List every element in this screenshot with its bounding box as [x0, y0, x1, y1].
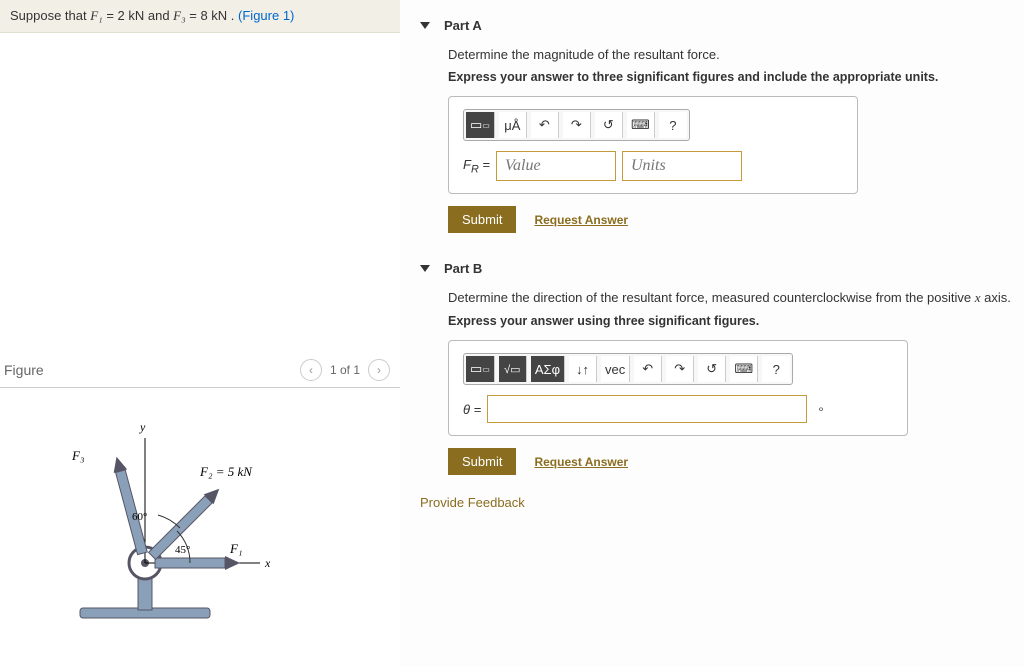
- part-a: Part A Determine the magnitude of the re…: [420, 10, 1014, 233]
- degree-unit: ∘: [817, 402, 825, 416]
- part-a-prompt: Determine the magnitude of the resultant…: [448, 47, 1014, 62]
- figure-diagram: x y F₁ F₂ = 5 kN: [0, 388, 400, 651]
- part-b-submit-button[interactable]: Submit: [448, 448, 516, 475]
- updown-icon[interactable]: ↓↑: [569, 356, 597, 382]
- pager-prev-button[interactable]: ‹: [300, 359, 322, 381]
- part-b-answer-box: ▭▭ √▭ ΑΣφ ↓↑ vec ↶ ↷ ↺ ⌨ ? θ = ∘: [448, 340, 908, 436]
- figure-title: Figure: [4, 362, 44, 378]
- theta-input[interactable]: [487, 395, 807, 423]
- fr-label: FR =: [463, 157, 490, 176]
- reset-icon[interactable]: ↺: [698, 356, 726, 382]
- f2-label: F₂ = 5 kN: [199, 464, 253, 479]
- pager-next-button[interactable]: ›: [368, 359, 390, 381]
- part-b-prompt: Determine the direction of the resultant…: [448, 290, 1014, 306]
- part-b: Part B Determine the direction of the re…: [420, 253, 1014, 475]
- units-input[interactable]: [622, 151, 742, 181]
- force-f3: [110, 455, 149, 555]
- sqrt-icon[interactable]: √▭: [499, 356, 527, 382]
- problem-statement: Suppose that F₁ = 2 kN and F₃ = 8 kN . (…: [0, 0, 400, 33]
- part-b-instruct: Express your answer using three signific…: [448, 314, 1014, 328]
- part-a-toggle[interactable]: Part A: [420, 10, 1014, 41]
- keyboard-icon[interactable]: ⌨: [627, 112, 655, 138]
- redo-icon[interactable]: ↷: [666, 356, 694, 382]
- undo-icon[interactable]: ↶: [531, 112, 559, 138]
- reset-icon[interactable]: ↺: [595, 112, 623, 138]
- part-a-submit-button[interactable]: Submit: [448, 206, 516, 233]
- figure-pager: ‹ 1 of 1 ›: [300, 359, 390, 381]
- template-icon[interactable]: ▭▭: [466, 112, 495, 138]
- figure-header: Figure ‹ 1 of 1 ›: [0, 353, 400, 388]
- keyboard-icon[interactable]: ⌨: [730, 356, 758, 382]
- part-a-toolbar: ▭▭ μÅ ↶ ↷ ↺ ⌨ ?: [463, 109, 690, 141]
- y-axis-label: y: [139, 420, 146, 434]
- caret-down-icon: [420, 265, 430, 272]
- redo-icon[interactable]: ↷: [563, 112, 591, 138]
- angle-60: 60°: [132, 511, 147, 523]
- part-a-request-answer[interactable]: Request Answer: [534, 213, 628, 227]
- vec-button[interactable]: vec: [601, 356, 630, 382]
- units-button[interactable]: μÅ: [499, 112, 527, 138]
- f3-label: F₃: [71, 448, 84, 463]
- undo-icon[interactable]: ↶: [634, 356, 662, 382]
- x-axis-label: x: [264, 556, 271, 570]
- part-a-answer-box: ▭▭ μÅ ↶ ↷ ↺ ⌨ ? FR =: [448, 96, 858, 194]
- theta-label: θ =: [463, 402, 481, 417]
- value-input[interactable]: [496, 151, 616, 181]
- part-b-request-answer[interactable]: Request Answer: [534, 455, 628, 469]
- svg-text:F₁: F₁: [229, 541, 242, 556]
- template-icon[interactable]: ▭▭: [466, 356, 495, 382]
- provide-feedback-link[interactable]: Provide Feedback: [420, 495, 1014, 510]
- part-a-instruct: Express your answer to three significant…: [448, 70, 1014, 84]
- part-b-title: Part B: [444, 261, 482, 276]
- figure-link[interactable]: (Figure 1): [238, 8, 294, 23]
- pager-text: 1 of 1: [330, 363, 360, 377]
- caret-down-icon: [420, 22, 430, 29]
- angle-45: 45°: [175, 544, 190, 556]
- part-a-title: Part A: [444, 18, 482, 33]
- part-b-toolbar: ▭▭ √▭ ΑΣφ ↓↑ vec ↶ ↷ ↺ ⌨ ?: [463, 353, 793, 385]
- help-icon[interactable]: ?: [762, 356, 790, 382]
- part-b-toggle[interactable]: Part B: [420, 253, 1014, 284]
- greek-button[interactable]: ΑΣφ: [531, 356, 565, 382]
- help-icon[interactable]: ?: [659, 112, 687, 138]
